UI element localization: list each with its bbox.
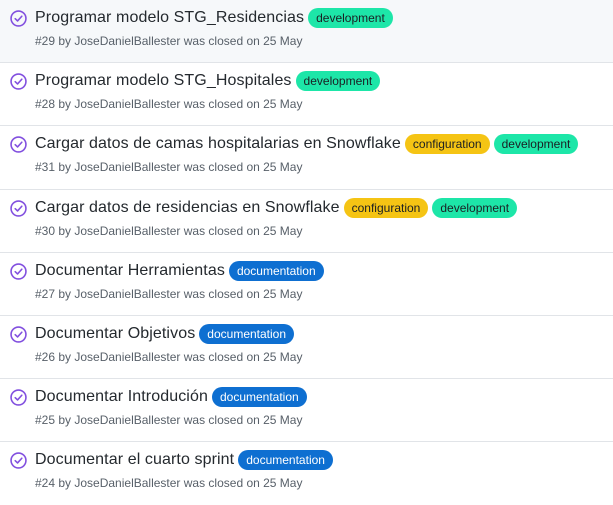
issue-title-line: Cargar datos de residencias en Snowflake…	[35, 195, 521, 221]
label-configuration[interactable]: configuration	[404, 134, 490, 154]
issue-title-link[interactable]: Documentar Herramientas	[35, 262, 225, 280]
label-documentation[interactable]: documentation	[211, 387, 307, 407]
label-development[interactable]: development	[493, 134, 579, 154]
issue-row[interactable]: Documentar Herramientas documentation #27 …	[0, 253, 613, 316]
closed-check-circle-icon	[10, 389, 27, 406]
issue-title-link[interactable]: Programar modelo STG_Residencias	[35, 9, 304, 27]
issue-title-link[interactable]: Documentar Introdución	[35, 388, 208, 406]
label-development[interactable]: development	[432, 198, 518, 218]
issue-title-line: Programar modelo STG_Residencias developm…	[35, 5, 397, 31]
issue-title-link[interactable]: Cargar datos de residencias en Snowflake	[35, 199, 340, 217]
issue-title-link[interactable]: Cargar datos de camas hospitalarias en S…	[35, 135, 401, 153]
closed-check-circle-icon	[10, 73, 27, 90]
closed-check-circle-icon	[10, 10, 27, 27]
issue-list: Programar modelo STG_Residencias developm…	[0, 0, 613, 505]
issue-row[interactable]: Programar modelo STG_Hospitales developme…	[0, 63, 613, 126]
issue-row[interactable]: Cargar datos de residencias en Snowflake…	[0, 190, 613, 253]
issue-meta: #29 by JoseDanielBallester was closed on…	[35, 34, 303, 48]
issue-title-link[interactable]: Documentar el cuarto sprint	[35, 451, 234, 469]
label-development[interactable]: development	[295, 71, 381, 91]
closed-check-circle-icon	[10, 263, 27, 280]
issue-title-link[interactable]: Documentar Objetivos	[35, 325, 195, 343]
issue-title-line: Cargar datos de camas hospitalarias en S…	[35, 131, 582, 157]
closed-check-circle-icon	[10, 326, 27, 343]
issue-title-line: Documentar Herramientas documentation	[35, 258, 328, 284]
issue-row[interactable]: Documentar Objetivos documentation #26 by …	[0, 316, 613, 379]
issue-title-line: Documentar Introdución documentation	[35, 384, 311, 410]
issue-row[interactable]: Documentar Introdución documentation #25 b…	[0, 379, 613, 442]
issue-row[interactable]: Programar modelo STG_Residencias developm…	[0, 0, 613, 63]
issue-meta: #25 by JoseDanielBallester was closed on…	[35, 413, 303, 427]
closed-check-circle-icon	[10, 136, 27, 153]
issue-meta: #27 by JoseDanielBallester was closed on…	[35, 287, 303, 301]
issue-meta: #24 by JoseDanielBallester was closed on…	[35, 476, 303, 490]
label-documentation[interactable]: documentation	[199, 324, 295, 344]
label-configuration[interactable]: configuration	[343, 198, 429, 218]
issue-meta: #30 by JoseDanielBallester was closed on…	[35, 224, 303, 238]
closed-check-circle-icon	[10, 452, 27, 469]
issue-meta: #28 by JoseDanielBallester was closed on…	[35, 97, 303, 111]
issue-meta: #31 by JoseDanielBallester was closed on…	[35, 160, 303, 174]
issue-meta: #26 by JoseDanielBallester was closed on…	[35, 350, 303, 364]
issue-title-line: Documentar el cuarto sprint documentation	[35, 447, 337, 473]
closed-check-circle-icon	[10, 200, 27, 217]
issue-title-line: Programar modelo STG_Hospitales developme…	[35, 68, 384, 94]
label-documentation[interactable]: documentation	[228, 261, 324, 281]
issue-row[interactable]: Documentar el cuarto sprint documentation…	[0, 442, 613, 505]
issue-row[interactable]: Cargar datos de camas hospitalarias en S…	[0, 126, 613, 190]
issue-title-link[interactable]: Programar modelo STG_Hospitales	[35, 72, 292, 90]
issue-title-line: Documentar Objetivos documentation	[35, 321, 298, 347]
label-documentation[interactable]: documentation	[238, 450, 333, 470]
label-development[interactable]: development	[308, 8, 393, 28]
